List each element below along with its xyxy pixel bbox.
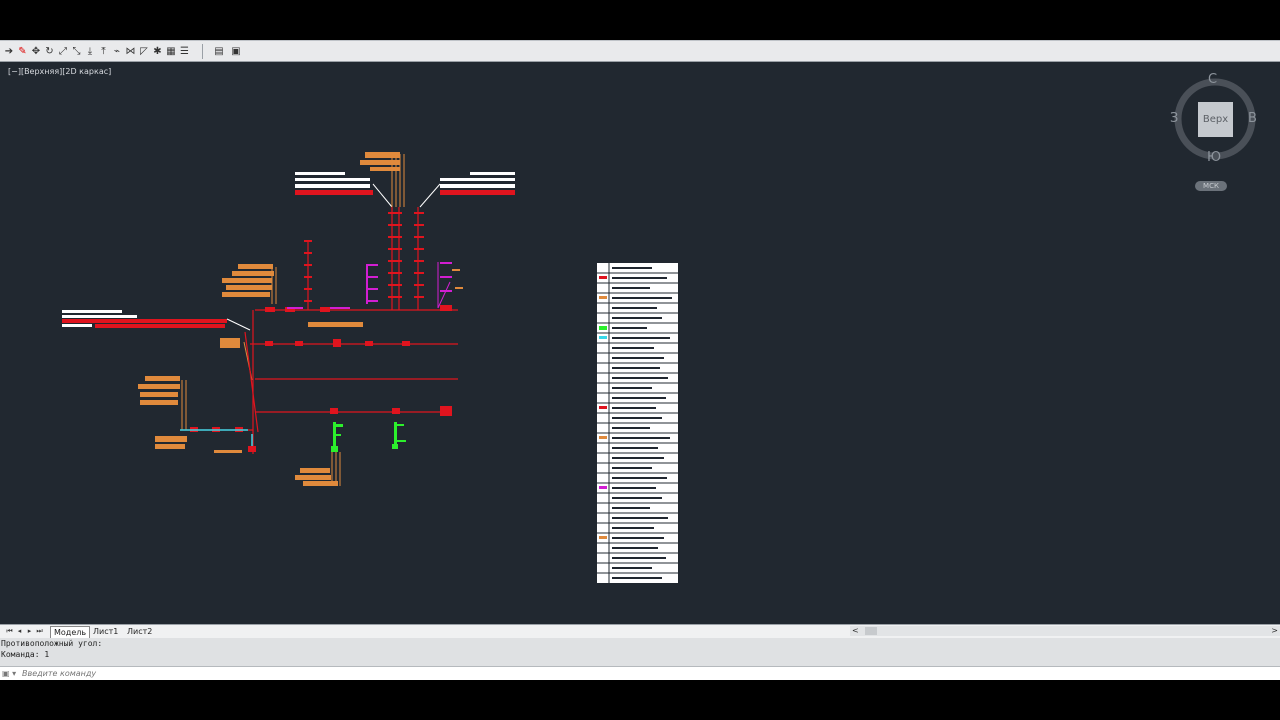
command-menu-icon[interactable]: ▣ ▾	[2, 669, 16, 678]
tab-sheet1[interactable]: Лист1	[90, 626, 121, 637]
green-risers	[331, 422, 406, 452]
scale-icon[interactable]: ⤢	[56, 44, 70, 58]
break-icon[interactable]: ⌁	[110, 44, 124, 58]
toolbar-separator	[202, 44, 203, 59]
properties-icon[interactable]: ☰	[178, 44, 192, 58]
top-labels	[295, 152, 515, 208]
command-input[interactable]	[22, 668, 422, 679]
viewcube-east[interactable]: В	[1248, 111, 1257, 126]
chamfer-icon[interactable]: ◸	[137, 44, 151, 58]
viewcube-top-face[interactable]: Верх	[1198, 102, 1233, 137]
extend-icon[interactable]: ⤒	[97, 44, 111, 58]
viewcube-north[interactable]: С	[1208, 72, 1217, 87]
trim-icon[interactable]: ⤓	[83, 44, 97, 58]
scroll-thumb[interactable]	[865, 627, 877, 635]
table-icon[interactable]: ▤	[212, 44, 226, 58]
stretch-icon[interactable]: ⤡	[70, 44, 84, 58]
prev-tab-icon[interactable]: ◂	[15, 626, 24, 636]
cyan-pipe	[180, 429, 253, 446]
top-letterbox	[0, 0, 1280, 40]
orange-small	[452, 269, 463, 289]
left-labels	[62, 310, 251, 331]
tab-model[interactable]: Модель	[50, 626, 91, 638]
layers-icon[interactable]: ▦	[164, 44, 178, 58]
modify-toolbar: ➔ ✎ ✥ ↻ ⤢ ⤡ ⤓ ⤒ ⌁ ⋈ ◸ ✱ ▦ ☰ ▤ ▣	[0, 40, 1280, 62]
command-history-line: Противоположный угол:	[1, 639, 103, 648]
scroll-left-icon[interactable]: <	[852, 626, 859, 636]
label-leaders	[181, 267, 341, 486]
model-viewport[interactable]: [−][Верхняя][2D каркас] С Ю З В Верх МСК	[0, 62, 1280, 624]
ucs-menu[interactable]: МСК	[1195, 181, 1227, 191]
scroll-right-icon[interactable]: >	[1271, 626, 1278, 636]
command-history-line: Команда: 1	[1, 650, 50, 659]
viewcube-south[interactable]: Ю	[1207, 150, 1221, 165]
viewcube-west[interactable]: З	[1170, 111, 1178, 126]
pipe-network	[180, 207, 458, 454]
cad-drawing	[62, 152, 678, 583]
viewcube[interactable]: С Ю З В Верх МСК	[1170, 62, 1280, 202]
next-tab-icon[interactable]: ▸	[25, 626, 34, 636]
explode-icon[interactable]: ✱	[151, 44, 165, 58]
pipe-fittings	[190, 212, 452, 452]
join-icon[interactable]: ⋈	[124, 44, 138, 58]
layout-tab-bar: ⏮ ◂ ▸ ⏭ Модель Лист1 Лист2 < >	[0, 624, 1280, 638]
layout-icon[interactable]: ▣	[229, 44, 243, 58]
horizontal-scrollbar[interactable]: < >	[850, 626, 1280, 636]
command-line[interactable]: ▣ ▾	[0, 666, 1280, 680]
magenta-leaders	[437, 262, 451, 309]
move-icon[interactable]: ✥	[29, 44, 43, 58]
last-tab-icon[interactable]: ⏭	[35, 626, 44, 636]
tab-sheet2[interactable]: Лист2	[124, 626, 155, 637]
rotate-icon[interactable]: ↻	[43, 44, 57, 58]
bottom-letterbox	[0, 680, 1280, 720]
arrow-icon[interactable]: ➔	[2, 44, 16, 58]
legend-table	[597, 263, 678, 583]
erase-icon[interactable]: ✎	[16, 44, 30, 58]
command-history: Противоположный угол: Команда: 1	[0, 638, 1280, 666]
first-tab-icon[interactable]: ⏮	[5, 626, 14, 636]
